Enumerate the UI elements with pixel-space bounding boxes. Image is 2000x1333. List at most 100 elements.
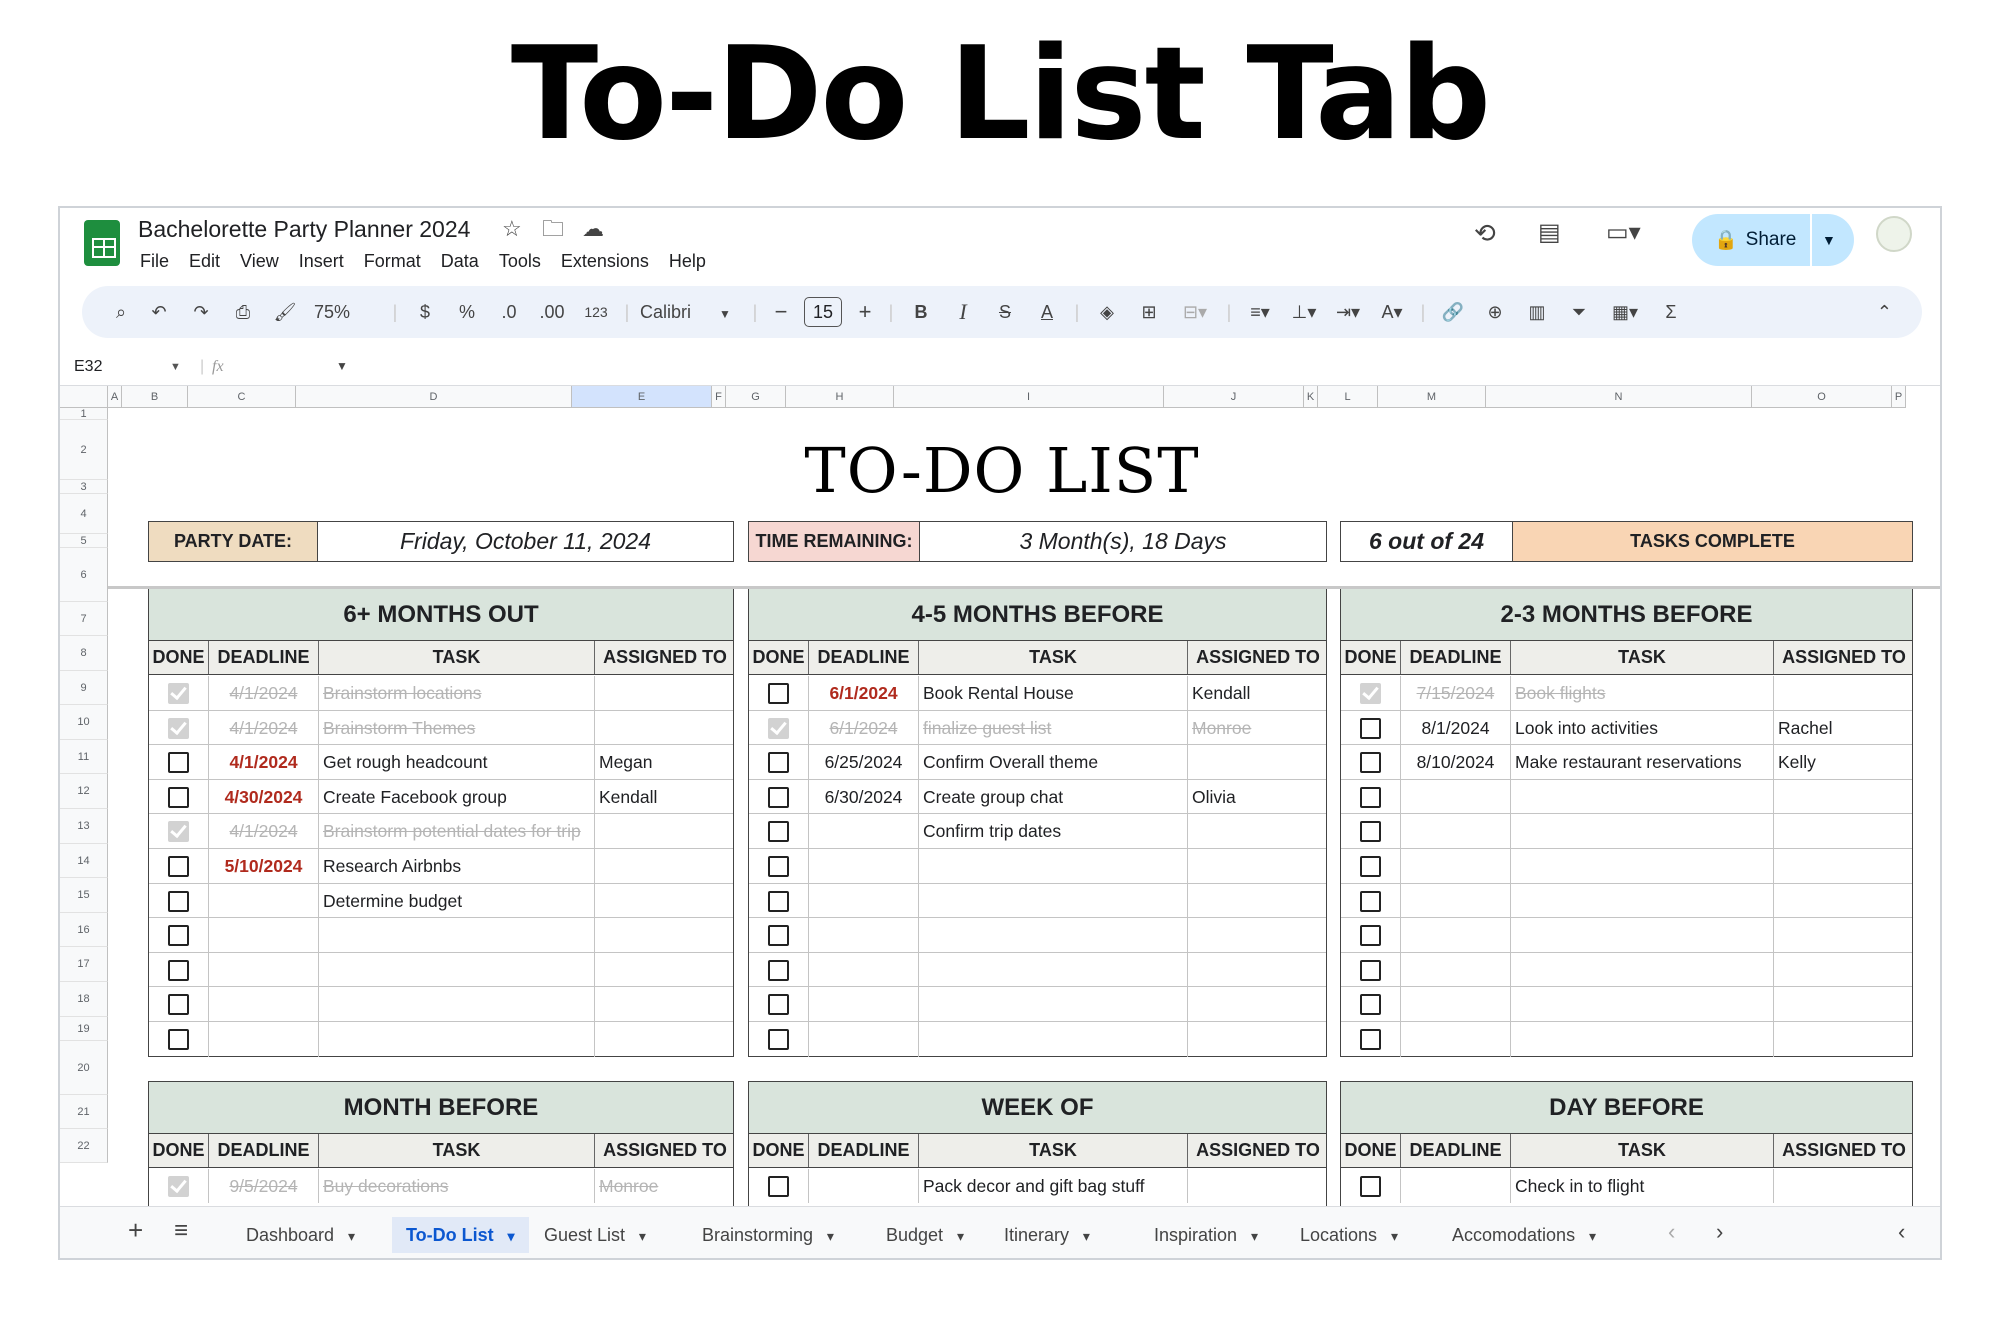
meet-icon[interactable]: ▭▾	[1606, 218, 1641, 248]
row-header-22[interactable]: 22	[60, 1128, 108, 1163]
task-cell[interactable]: Brainstorm locations	[319, 676, 595, 710]
column-header-B[interactable]: B	[122, 386, 188, 408]
number-format-button[interactable]: 123	[574, 286, 618, 338]
checkbox[interactable]	[768, 786, 789, 808]
deadline-cell[interactable]: 6/1/2024	[809, 710, 919, 745]
deadline-cell[interactable]	[809, 1168, 919, 1204]
increase-decimal-button[interactable]: .00	[530, 286, 574, 338]
borders-icon[interactable]: ⊞	[1128, 286, 1170, 338]
assigned-cell[interactable]	[1774, 676, 1914, 710]
sheet-tab-budget[interactable]: Budget ▾	[872, 1217, 978, 1253]
sheet-tab-itinerary[interactable]: Itinerary ▾	[990, 1217, 1104, 1253]
deadline-cell[interactable]	[209, 1022, 319, 1057]
row-header-8[interactable]: 8	[60, 636, 108, 671]
deadline-cell[interactable]: 8/1/2024	[1401, 710, 1511, 745]
assigned-cell[interactable]: Rachel	[1774, 711, 1914, 745]
insert-comment-icon[interactable]: ⊕	[1474, 286, 1516, 338]
checkbox[interactable]	[768, 890, 789, 912]
deadline-cell[interactable]	[809, 814, 919, 848]
column-header-D[interactable]: D	[296, 386, 572, 408]
text-color-button[interactable]: A	[1026, 286, 1068, 338]
row-header-14[interactable]: 14	[60, 843, 108, 879]
deadline-cell[interactable]	[809, 918, 919, 952]
deadline-cell[interactable]: 4/1/2024	[209, 676, 319, 710]
checkbox[interactable]	[1360, 717, 1381, 739]
column-header-C[interactable]: C	[188, 386, 296, 408]
row-header-20[interactable]: 20	[60, 1040, 108, 1095]
horizontal-align-icon[interactable]: ≡▾	[1238, 286, 1282, 338]
task-cell[interactable]	[319, 918, 595, 952]
tab-menu-icon[interactable]: ▾	[504, 1228, 515, 1244]
tab-menu-icon[interactable]: ▾	[1247, 1228, 1258, 1244]
assigned-cell[interactable]	[1188, 1169, 1328, 1204]
menu-item-insert[interactable]: Insert	[289, 246, 354, 276]
task-cell[interactable]: Buy decorations	[319, 1168, 595, 1204]
fill-color-icon[interactable]: ◈	[1086, 286, 1128, 338]
deadline-cell[interactable]	[1401, 987, 1511, 1021]
checkbox-checked[interactable]	[768, 717, 789, 739]
tab-menu-icon[interactable]: ▾	[344, 1228, 355, 1244]
checkbox-checked[interactable]	[168, 1175, 189, 1197]
task-cell[interactable]	[319, 1022, 595, 1057]
sheet-tab-dashboard[interactable]: Dashboard ▾	[232, 1217, 369, 1253]
column-header-P[interactable]: P	[1892, 386, 1906, 408]
task-cell[interactable]: Get rough headcount	[319, 745, 595, 779]
task-cell[interactable]: Create group chat	[919, 779, 1188, 814]
functions-icon[interactable]: Σ	[1650, 286, 1692, 338]
assigned-cell[interactable]	[595, 711, 735, 745]
task-cell[interactable]	[1511, 849, 1774, 883]
vertical-align-icon[interactable]: ⊥▾	[1282, 286, 1326, 338]
checkbox[interactable]	[1360, 925, 1381, 947]
assigned-cell[interactable]	[1774, 849, 1914, 883]
collapse-sidebar-icon[interactable]: ‹	[1898, 1219, 1905, 1245]
insert-chart-icon[interactable]: ▥	[1516, 286, 1558, 338]
deadline-cell[interactable]	[1401, 883, 1511, 918]
deadline-cell[interactable]	[1401, 849, 1511, 883]
task-cell[interactable]	[319, 952, 595, 987]
decrease-decimal-button[interactable]: .0	[488, 286, 530, 338]
task-cell[interactable]	[1511, 987, 1774, 1021]
row-header-1[interactable]: 1	[60, 408, 108, 420]
cloud-status-icon[interactable]: ☁	[582, 214, 604, 244]
deadline-cell[interactable]	[809, 883, 919, 918]
column-header-I[interactable]: I	[894, 386, 1164, 408]
deadline-cell[interactable]: 8/10/2024	[1401, 745, 1511, 779]
column-header-K[interactable]: K	[1304, 386, 1318, 408]
checkbox[interactable]	[768, 683, 789, 704]
collapse-toolbar-icon[interactable]: ⌃	[1877, 286, 1892, 338]
deadline-cell[interactable]	[1401, 1168, 1511, 1204]
tab-menu-icon[interactable]: ▾	[1585, 1228, 1596, 1244]
checkbox[interactable]	[1360, 1029, 1381, 1050]
deadline-cell[interactable]: 4/1/2024	[209, 814, 319, 848]
filter-icon[interactable]: ⏷	[1558, 286, 1600, 338]
deadline-cell[interactable]	[809, 1022, 919, 1057]
task-cell[interactable]	[1511, 1022, 1774, 1057]
assigned-cell[interactable]	[1774, 780, 1914, 814]
task-cell[interactable]	[919, 952, 1188, 987]
checkbox[interactable]	[768, 994, 789, 1016]
sheet-tab-brainstorming[interactable]: Brainstorming ▾	[688, 1217, 848, 1253]
search-icon[interactable]: ⌕	[104, 286, 138, 338]
column-header-J[interactable]: J	[1164, 386, 1304, 408]
menu-item-edit[interactable]: Edit	[179, 246, 230, 276]
task-cell[interactable]: Determine budget	[319, 883, 595, 918]
text-wrap-icon[interactable]: ⇥▾	[1326, 286, 1370, 338]
deadline-cell[interactable]	[809, 849, 919, 883]
text-rotation-icon[interactable]: A▾	[1370, 286, 1414, 338]
deadline-cell[interactable]	[809, 952, 919, 987]
row-header-2[interactable]: 2	[60, 420, 108, 480]
checkbox[interactable]	[768, 856, 789, 877]
assigned-cell[interactable]	[1774, 918, 1914, 952]
deadline-cell[interactable]	[809, 987, 919, 1021]
assigned-cell[interactable]	[595, 884, 735, 918]
checkbox[interactable]	[1360, 821, 1381, 843]
assigned-cell[interactable]	[1188, 953, 1328, 987]
deadline-cell[interactable]: 9/5/2024	[209, 1168, 319, 1204]
assigned-cell[interactable]	[595, 953, 735, 987]
column-header-N[interactable]: N	[1486, 386, 1752, 408]
task-cell[interactable]: finalize guest list	[919, 710, 1188, 745]
assigned-cell[interactable]	[1188, 918, 1328, 952]
checkbox[interactable]	[768, 959, 789, 981]
checkbox[interactable]	[168, 925, 189, 947]
checkbox[interactable]	[1360, 1175, 1381, 1197]
